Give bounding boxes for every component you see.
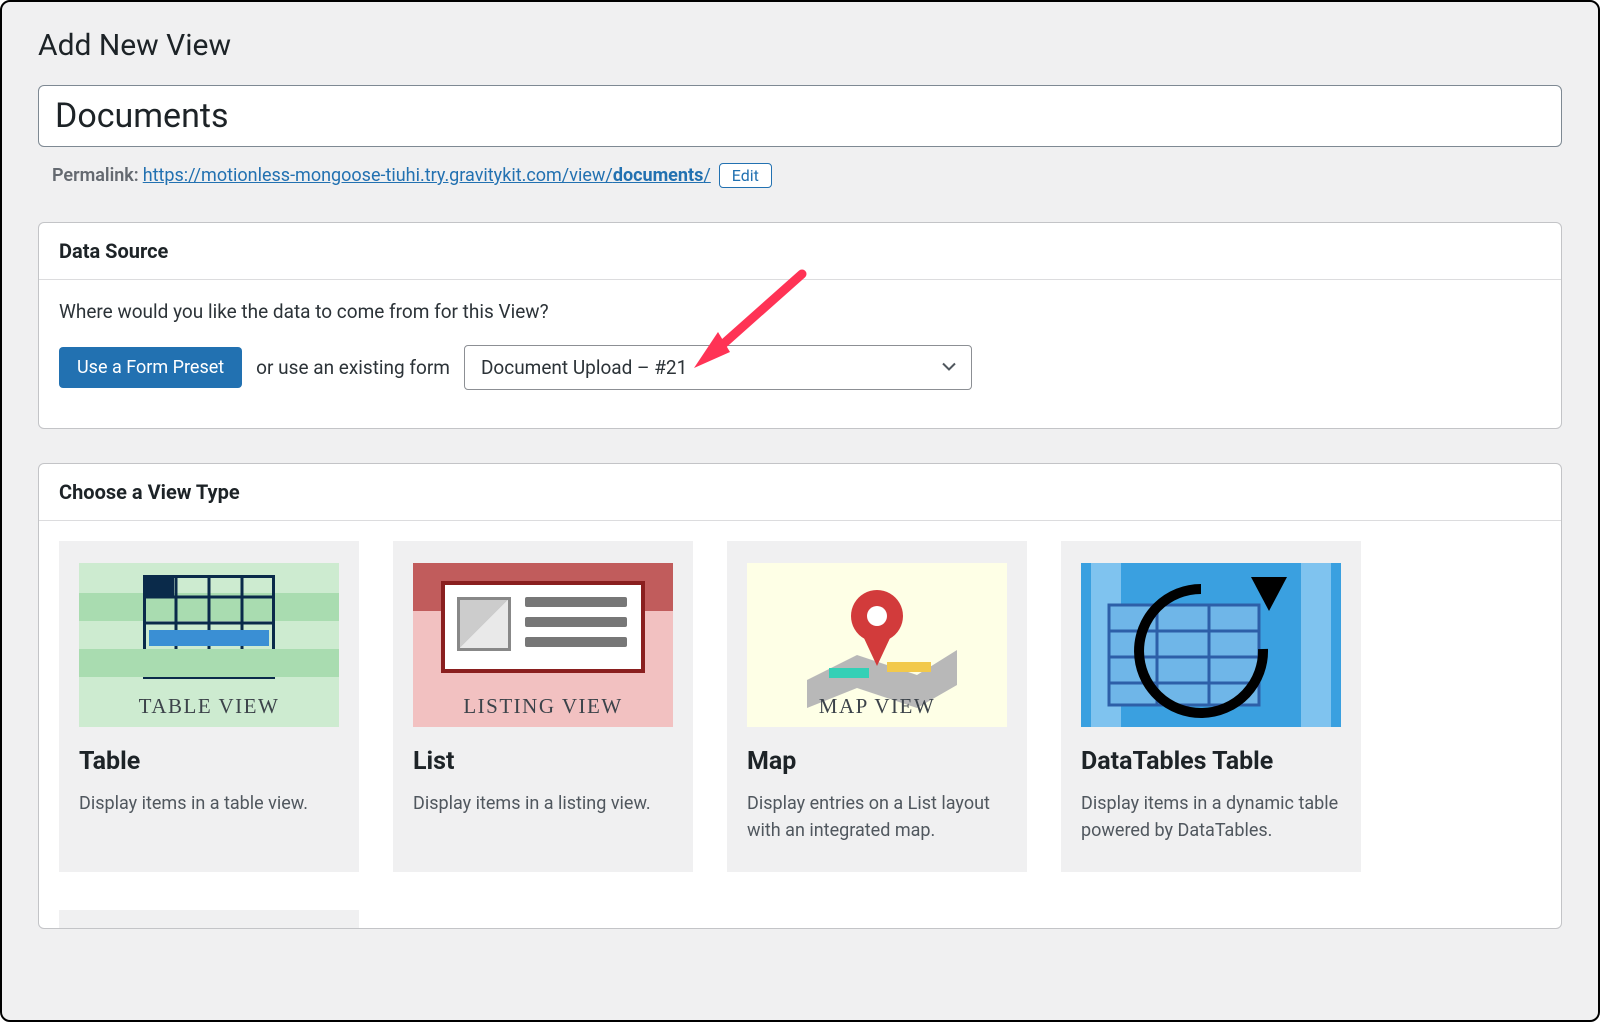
view-type-card-table[interactable]: TABLE VIEW Table Display items in a tabl… <box>59 541 359 872</box>
view-card-title: Map <box>747 747 1007 776</box>
table-view-thumbnail: TABLE VIEW <box>79 563 339 727</box>
view-type-panel: Choose a View Type <box>38 463 1562 929</box>
permalink-row: Permalink: https://motionless-mongoose-t… <box>38 163 1562 188</box>
view-title-input[interactable] <box>38 85 1562 147</box>
view-card-title: DataTables Table <box>1081 747 1341 776</box>
image-placeholder-icon <box>457 597 511 651</box>
data-source-heading: Data Source <box>39 223 1561 280</box>
edit-permalink-button[interactable]: Edit <box>719 163 772 188</box>
view-card-title: Table <box>79 747 339 776</box>
map-view-thumbnail: MAP VIEW <box>747 563 1007 727</box>
data-source-panel: Data Source Where would you like the dat… <box>38 222 1562 429</box>
existing-form-select[interactable]: Document Upload – #21 <box>464 345 972 390</box>
view-type-grid: TABLE VIEW Table Display items in a tabl… <box>39 521 1561 872</box>
page-container: Add New View Permalink: https://motionle… <box>0 0 1600 1022</box>
thumbnail-caption: MAP VIEW <box>747 694 1007 719</box>
view-type-card-datatables[interactable]: DataTables Table Display items in a dyna… <box>1061 541 1361 872</box>
chevron-down-icon <box>941 356 957 379</box>
or-use-existing-label: or use an existing form <box>256 356 450 379</box>
permalink-label: Permalink: <box>52 165 139 186</box>
view-type-card-map[interactable]: MAP VIEW Map Display entries on a List l… <box>727 541 1027 872</box>
existing-form-selected: Document Upload – #21 <box>481 356 687 379</box>
view-card-title: List <box>413 747 673 776</box>
datatables-thumbnail <box>1081 563 1341 727</box>
table-grid-icon <box>143 575 275 679</box>
thumbnail-caption: LISTING VIEW <box>413 694 673 719</box>
view-card-desc: Display items in a listing view. <box>413 790 673 817</box>
refresh-table-icon <box>1101 571 1321 721</box>
page-title: Add New View <box>38 28 1562 63</box>
map-pin-icon <box>767 580 987 710</box>
list-view-thumbnail: LISTING VIEW <box>413 563 673 727</box>
permalink-link[interactable]: https://motionless-mongoose-tiuhi.try.gr… <box>143 165 711 186</box>
view-card-desc: Display items in a dynamic table powered… <box>1081 790 1341 844</box>
use-form-preset-button[interactable]: Use a Form Preset <box>59 347 242 388</box>
thumbnail-caption: TABLE VIEW <box>79 694 339 719</box>
view-card-desc: Display items in a table view. <box>79 790 339 817</box>
partial-next-row <box>59 910 359 928</box>
view-type-card-list[interactable]: LISTING VIEW List Display items in a lis… <box>393 541 693 872</box>
view-card-desc: Display entries on a List layout with an… <box>747 790 1007 844</box>
view-type-heading: Choose a View Type <box>39 464 1561 521</box>
data-source-question: Where would you like the data to come fr… <box>59 300 1541 323</box>
